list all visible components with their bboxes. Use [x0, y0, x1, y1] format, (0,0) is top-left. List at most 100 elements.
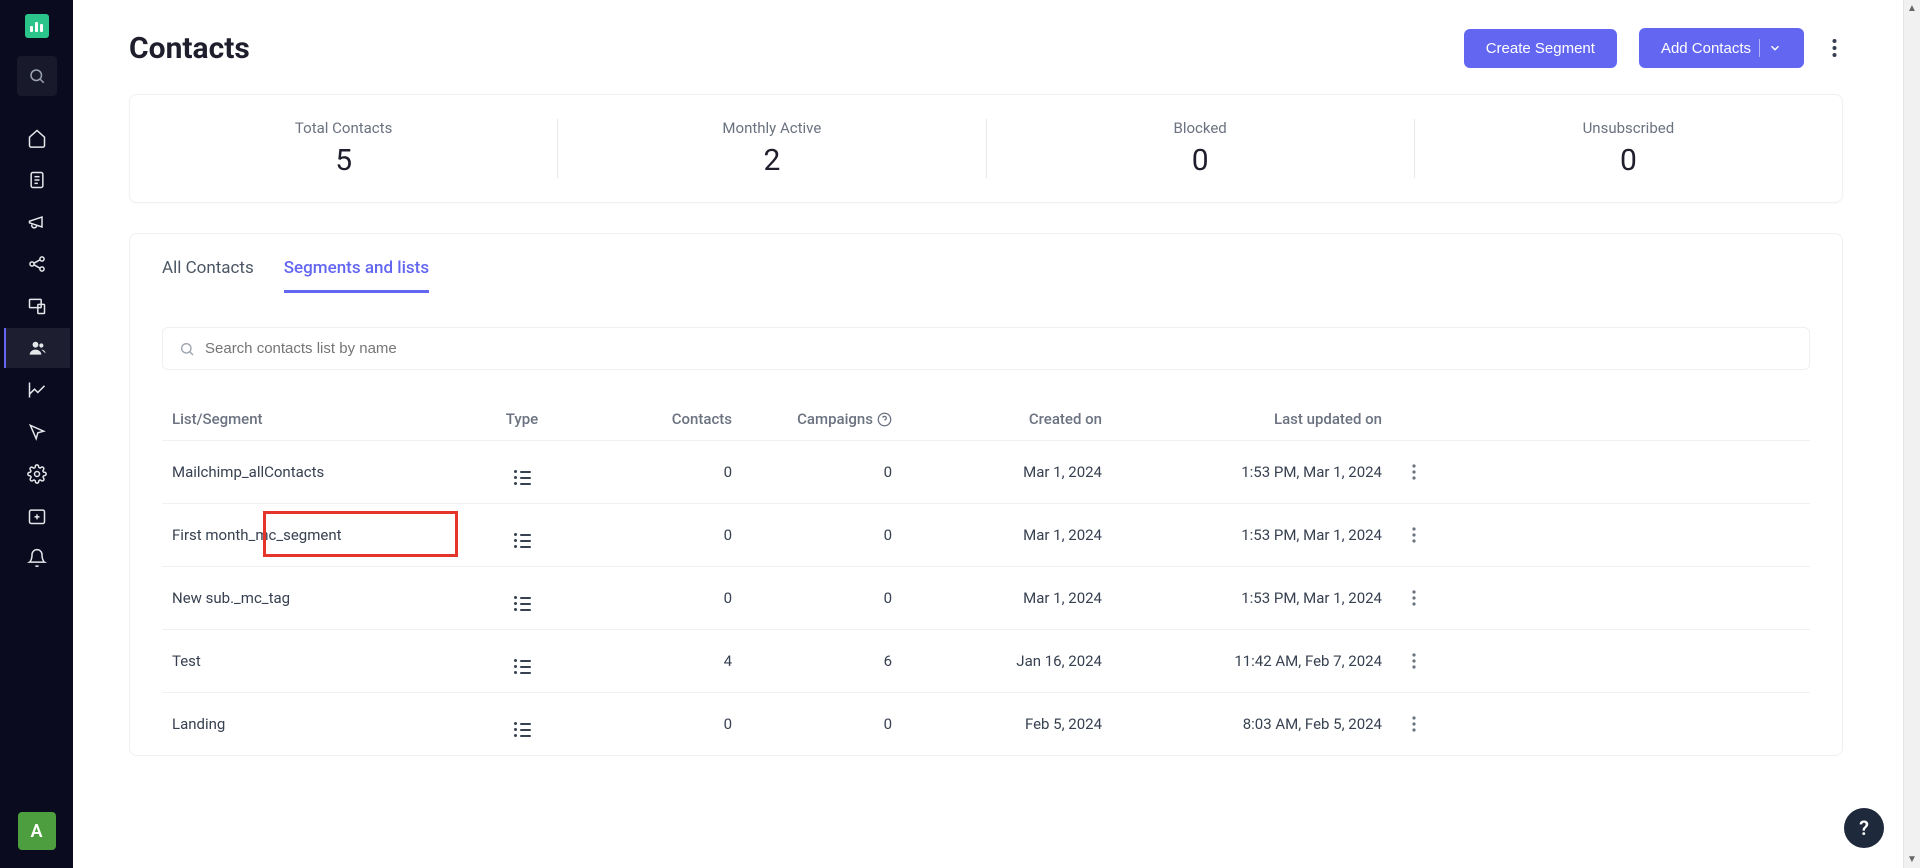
row-type-icon [452, 522, 592, 548]
nav-campaigns[interactable] [4, 202, 70, 242]
stat-monthly-active: Monthly Active 2 [558, 119, 986, 178]
nav-contacts[interactable] [4, 328, 70, 368]
search-icon [179, 341, 195, 357]
th-campaigns: Campaigns [752, 410, 912, 428]
home-icon [27, 128, 47, 148]
help-label: ? [1859, 816, 1869, 840]
row-actions[interactable] [1412, 653, 1452, 669]
nav-notifications[interactable] [4, 538, 70, 578]
sidebar-search-button[interactable] [17, 56, 57, 96]
stat-value: 2 [558, 143, 985, 178]
more-vert-icon [1832, 38, 1837, 58]
bell-icon [27, 548, 47, 568]
th-contacts: Contacts [592, 410, 752, 428]
row-updated: 11:42 AM, Feb 7, 2024 [1132, 652, 1412, 670]
more-vert-icon [1412, 527, 1416, 543]
list-icon [514, 533, 531, 548]
table-row[interactable]: Mailchimp_allContacts 0 0 Mar 1, 2024 1:… [162, 440, 1810, 503]
more-vert-icon [1412, 653, 1416, 669]
row-contacts: 4 [592, 652, 752, 670]
search-icon [28, 67, 46, 85]
nav-home[interactable] [4, 118, 70, 158]
scrollbar[interactable]: ▲ ▼ [1903, 0, 1920, 868]
row-created: Mar 1, 2024 [912, 526, 1132, 544]
scroll-down-arrow[interactable]: ▼ [1907, 851, 1917, 868]
th-last-updated: Last updated on [1132, 410, 1412, 428]
help-fab[interactable]: ? [1844, 808, 1884, 848]
row-name: First month_mc_segment [172, 526, 452, 544]
calendar-icon [27, 506, 47, 526]
tab-segments-lists[interactable]: Segments and lists [284, 258, 429, 293]
stat-total-contacts: Total Contacts 5 [130, 119, 558, 178]
search-input[interactable] [205, 340, 1793, 357]
row-campaigns: 0 [752, 463, 912, 481]
stat-label: Unsubscribed [1415, 119, 1842, 137]
nav-share[interactable] [4, 244, 70, 284]
stat-label: Monthly Active [558, 119, 985, 137]
stat-label: Total Contacts [130, 119, 557, 137]
page-title: Contacts [129, 31, 250, 66]
nav-settings[interactable] [4, 454, 70, 494]
row-created: Mar 1, 2024 [912, 463, 1132, 481]
list-icon [514, 659, 531, 674]
row-type-icon [452, 648, 592, 674]
row-name: Landing [172, 715, 452, 733]
table-row[interactable]: New sub._mc_tag 0 0 Mar 1, 2024 1:53 PM,… [162, 566, 1810, 629]
gear-icon [27, 464, 47, 484]
row-actions[interactable] [1412, 716, 1452, 732]
list-icon [514, 596, 531, 611]
more-vert-icon [1412, 590, 1416, 606]
table-row[interactable]: Test 4 6 Jan 16, 2024 11:42 AM, Feb 7, 2… [162, 629, 1810, 692]
list-icon [514, 722, 531, 737]
row-contacts: 0 [592, 715, 752, 733]
main-content: Contacts Create Segment Add Contacts Tot… [73, 0, 1903, 868]
avatar-initial: A [30, 821, 42, 842]
scroll-up-arrow[interactable]: ▲ [1907, 0, 1917, 17]
create-segment-button[interactable]: Create Segment [1464, 29, 1617, 68]
header-more-button[interactable] [1826, 32, 1843, 64]
row-type-icon [452, 711, 592, 737]
row-created: Feb 5, 2024 [912, 715, 1132, 733]
nav-clipboard[interactable] [4, 160, 70, 200]
row-contacts: 0 [592, 463, 752, 481]
avatar[interactable]: A [18, 812, 56, 850]
more-vert-icon [1412, 716, 1416, 732]
button-divider [1759, 39, 1760, 57]
search-box[interactable] [162, 327, 1810, 370]
row-name: Mailchimp_allContacts [172, 463, 452, 481]
more-vert-icon [1412, 464, 1416, 480]
stat-unsubscribed: Unsubscribed 0 [1415, 119, 1842, 178]
row-type-icon [452, 585, 592, 611]
content-card: All Contacts Segments and lists List/Seg… [129, 233, 1843, 756]
th-type: Type [452, 410, 592, 428]
tab-all-contacts[interactable]: All Contacts [162, 258, 254, 293]
stat-value: 0 [987, 143, 1414, 178]
table-row[interactable]: First month_mc_segment 0 0 Mar 1, 2024 1… [162, 503, 1810, 566]
row-name: Test [172, 652, 452, 670]
row-contacts: 0 [592, 526, 752, 544]
th-created-on: Created on [912, 410, 1132, 428]
help-circle-icon [877, 412, 892, 427]
app-logo[interactable] [25, 14, 49, 38]
row-updated: 1:53 PM, Mar 1, 2024 [1132, 526, 1412, 544]
row-actions[interactable] [1412, 590, 1452, 606]
add-contacts-label: Add Contacts [1661, 40, 1751, 57]
row-campaigns: 0 [752, 589, 912, 607]
sidebar: A [0, 0, 73, 868]
row-actions[interactable] [1412, 527, 1452, 543]
nav-analytics[interactable] [4, 370, 70, 410]
row-actions[interactable] [1412, 464, 1452, 480]
share-icon [27, 254, 47, 274]
chevron-down-icon [1768, 41, 1782, 55]
stat-label: Blocked [987, 119, 1414, 137]
table-row[interactable]: Landing 0 0 Feb 5, 2024 8:03 AM, Feb 5, … [162, 692, 1810, 755]
segments-table: List/Segment Type Contacts Campaigns Cre… [162, 398, 1810, 755]
stat-value: 0 [1415, 143, 1842, 178]
devices-icon [27, 296, 47, 316]
nav-devices[interactable] [4, 286, 70, 326]
add-contacts-button[interactable]: Add Contacts [1639, 28, 1804, 68]
th-list-segment: List/Segment [172, 410, 452, 428]
nav-automation[interactable] [4, 412, 70, 452]
row-contacts: 0 [592, 589, 752, 607]
nav-calendar[interactable] [4, 496, 70, 536]
